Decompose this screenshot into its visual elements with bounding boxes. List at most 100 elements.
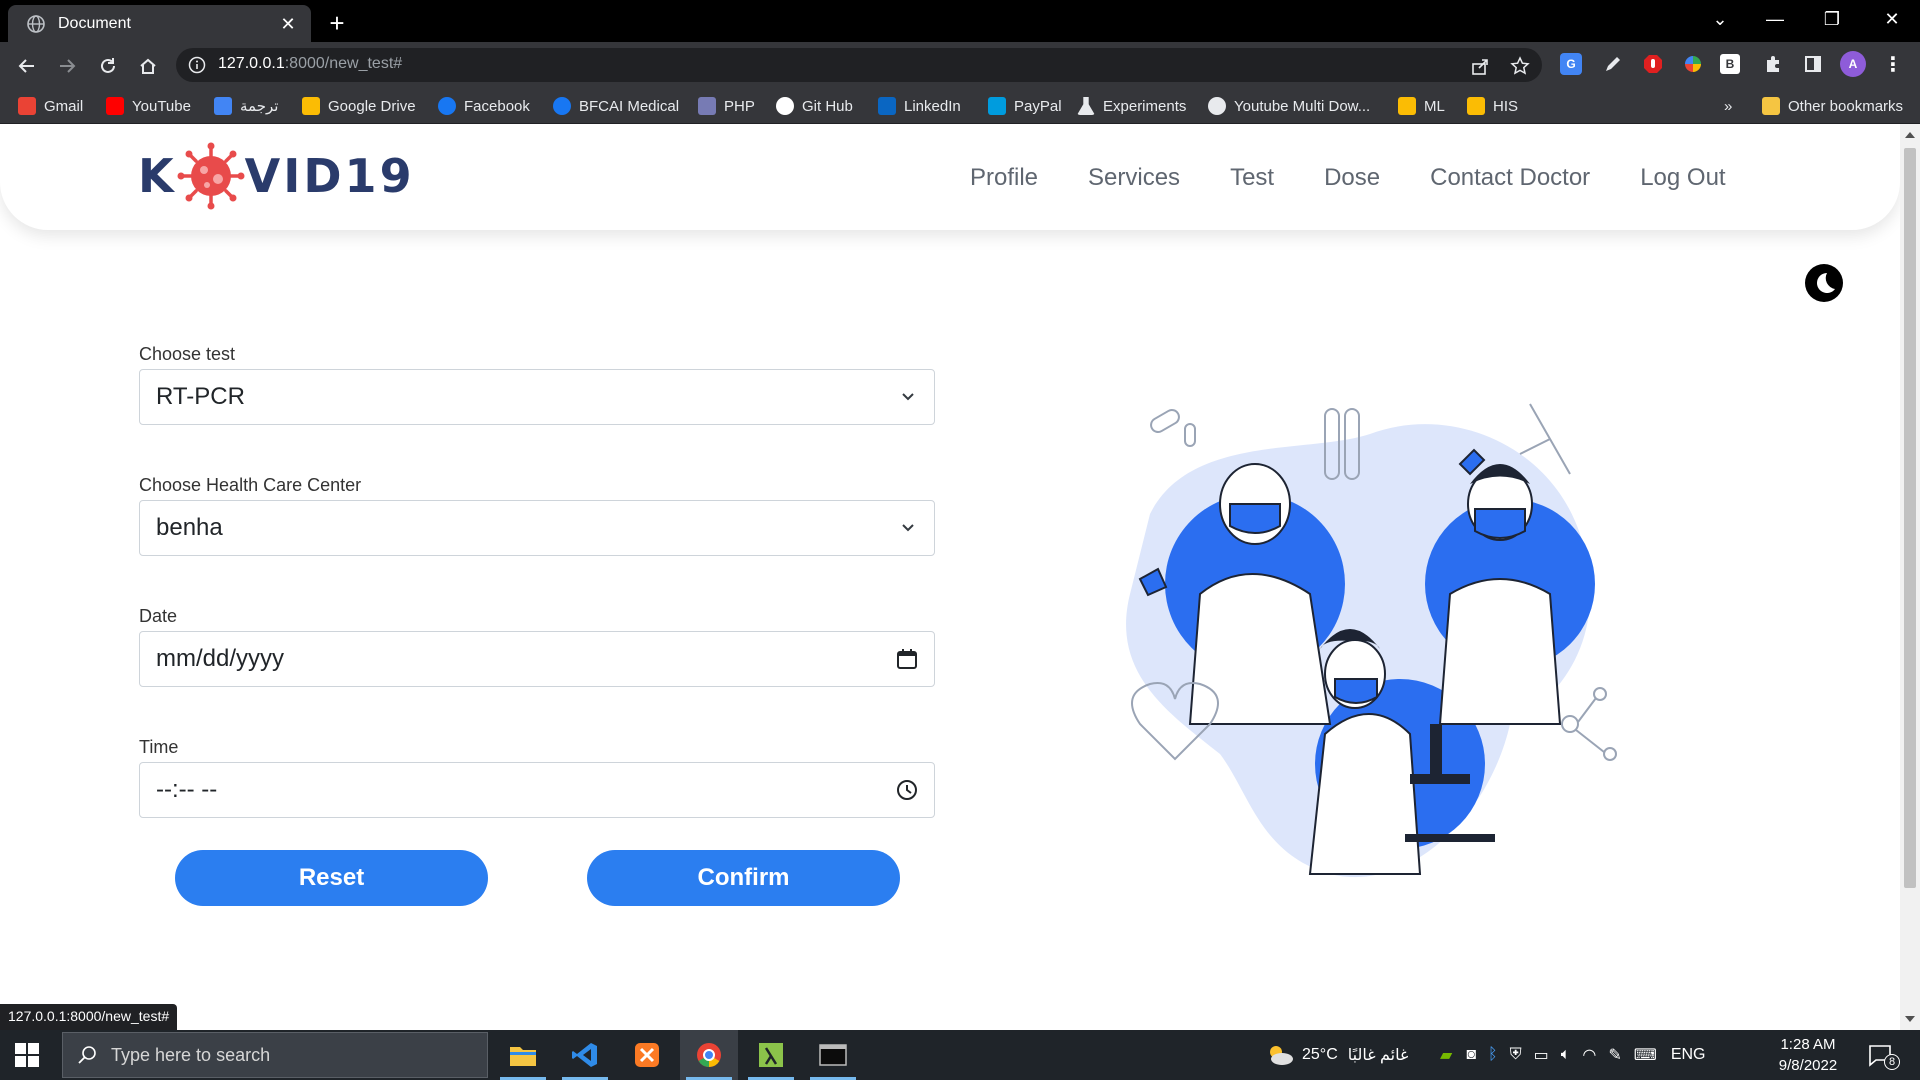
bookmark-ml[interactable]: ML bbox=[1398, 95, 1445, 117]
minimize-button[interactable]: — bbox=[1755, 4, 1795, 34]
bookmark-php[interactable]: PHP bbox=[698, 95, 755, 117]
page-scrollbar[interactable] bbox=[1900, 124, 1920, 1030]
bookmark-paypal[interactable]: PayPal bbox=[988, 95, 1062, 117]
logo-text-right: VID19 bbox=[244, 149, 415, 203]
side-panel-icon[interactable] bbox=[1800, 51, 1826, 77]
site-logo[interactable]: K VID19 bbox=[138, 142, 415, 210]
bookmark-gmail[interactable]: Gmail bbox=[18, 95, 83, 117]
browser-toolbar: 127.0.0.1:8000/new_test# G B A ⋮ bbox=[0, 42, 1920, 88]
pen-workspace-icon[interactable]: ✎ bbox=[1608, 1045, 1621, 1065]
color-wheel-icon bbox=[1685, 56, 1701, 72]
bookmark-label: Youtube Multi Dow... bbox=[1234, 97, 1371, 115]
new-tab-button[interactable]: + bbox=[322, 8, 352, 38]
lambda-icon bbox=[759, 1043, 783, 1067]
bookmark-linkedin[interactable]: LinkedIn bbox=[878, 95, 961, 117]
forward-button[interactable] bbox=[52, 51, 82, 81]
bookmark-translate[interactable]: ترجمة bbox=[214, 95, 278, 117]
scroll-up-arrow-icon[interactable] bbox=[1905, 132, 1915, 138]
scroll-thumb[interactable] bbox=[1904, 148, 1916, 888]
nav-services[interactable]: Services bbox=[1088, 164, 1180, 192]
bookmark-label: Gmail bbox=[44, 97, 84, 115]
nav-contact-doctor[interactable]: Contact Doctor bbox=[1430, 164, 1590, 192]
date-input-value: mm/dd/yyyy bbox=[156, 645, 285, 672]
bookmark-his[interactable]: HIS bbox=[1467, 95, 1518, 117]
bookmark-label: ML bbox=[1424, 97, 1445, 115]
bookmark-label: ترجمة bbox=[240, 98, 279, 115]
bookmark-youtube[interactable]: YouTube bbox=[106, 95, 191, 117]
nav-profile[interactable]: Profile bbox=[970, 164, 1038, 192]
volume-icon[interactable]: 🔈︎ bbox=[1561, 1046, 1571, 1064]
bookmark-github[interactable]: Git Hub bbox=[776, 95, 853, 117]
wifi-icon[interactable]: ◠ bbox=[1582, 1045, 1596, 1065]
tab-search-icon[interactable]: ⌄ bbox=[1700, 4, 1740, 34]
reload-icon bbox=[101, 58, 115, 73]
menu-kebab-icon[interactable]: ⋮ bbox=[1880, 51, 1906, 77]
calendar-icon[interactable] bbox=[896, 648, 918, 670]
taskbar-search-placeholder: Type here to search bbox=[111, 1044, 271, 1065]
scroll-down-arrow-icon[interactable] bbox=[1905, 1016, 1915, 1022]
time-input[interactable]: --:-- -- bbox=[139, 762, 935, 818]
camera-icon[interactable]: ◙ bbox=[1466, 1046, 1476, 1064]
translate-extension-icon[interactable]: G bbox=[1560, 53, 1582, 75]
more-bookmarks-button[interactable]: » bbox=[1724, 95, 1732, 117]
other-bookmarks-folder[interactable]: Other bookmarks bbox=[1762, 95, 1903, 117]
bookmark-experiments[interactable]: Experiments bbox=[1077, 95, 1186, 117]
weather-widget[interactable]: 25°C غائم غالبًا bbox=[1266, 1030, 1408, 1080]
taskbar-xampp[interactable] bbox=[618, 1030, 676, 1080]
taskbar-terminal[interactable] bbox=[804, 1030, 862, 1080]
battery-icon[interactable]: ▭ bbox=[1534, 1045, 1549, 1065]
bookmark-google-drive[interactable]: Google Drive bbox=[302, 95, 416, 117]
globe-icon bbox=[1208, 97, 1226, 115]
notification-count-badge: 8 bbox=[1884, 1054, 1900, 1070]
bookmark-bfcai-medical[interactable]: BFCAI Medical bbox=[553, 95, 679, 117]
adblock-extension-icon[interactable] bbox=[1640, 51, 1666, 77]
reload-button[interactable] bbox=[93, 51, 123, 81]
windows-start-icon[interactable] bbox=[14, 1042, 40, 1068]
home-icon bbox=[140, 58, 156, 74]
taskbar-lambda-app[interactable] bbox=[742, 1030, 800, 1080]
chevron-down-icon bbox=[902, 524, 914, 532]
color-extension-icon[interactable] bbox=[1680, 51, 1706, 77]
bluetooth-icon[interactable]: ᛒ bbox=[1488, 1046, 1498, 1064]
taskbar-vscode[interactable] bbox=[556, 1030, 614, 1080]
restore-button[interactable]: ❐ bbox=[1812, 4, 1852, 34]
notification-center[interactable]: 8 bbox=[1868, 1030, 1900, 1080]
close-window-button[interactable]: ✕ bbox=[1872, 4, 1912, 34]
taskbar-clock[interactable]: 1:28 AM 9/8/2022 bbox=[1760, 1034, 1856, 1076]
bookmark-label: Other bookmarks bbox=[1788, 97, 1904, 115]
nav-dose[interactable]: Dose bbox=[1324, 164, 1380, 192]
nav-log-out[interactable]: Log Out bbox=[1640, 164, 1725, 192]
b-extension-icon[interactable]: B bbox=[1720, 54, 1740, 74]
bookmark-label: PHP bbox=[724, 97, 755, 115]
dark-mode-toggle[interactable] bbox=[1805, 264, 1843, 302]
back-button[interactable] bbox=[12, 51, 42, 81]
address-bar[interactable]: 127.0.0.1:8000/new_test# bbox=[176, 48, 1542, 82]
taskbar-chrome[interactable] bbox=[680, 1030, 738, 1080]
taskbar-file-explorer[interactable] bbox=[494, 1030, 552, 1080]
nvidia-icon[interactable]: ▰ bbox=[1440, 1045, 1452, 1065]
bookmark-youtube-multi-download[interactable]: Youtube Multi Dow... bbox=[1208, 95, 1370, 117]
keyboard-icon[interactable]: ⌨ bbox=[1634, 1045, 1657, 1065]
test-select[interactable]: RT-PCR bbox=[139, 369, 935, 425]
health-center-select[interactable]: benha bbox=[139, 500, 935, 556]
pen-extension-icon[interactable] bbox=[1600, 51, 1626, 77]
share-icon[interactable] bbox=[1470, 56, 1490, 76]
star-icon[interactable] bbox=[1510, 56, 1530, 76]
language-indicator[interactable]: ENG bbox=[1671, 1046, 1706, 1064]
security-shield-icon[interactable]: ⛨ bbox=[1510, 1046, 1522, 1064]
browser-tab[interactable]: Document ✕ bbox=[8, 5, 311, 42]
bookmark-facebook[interactable]: Facebook bbox=[438, 95, 530, 117]
clock-icon[interactable] bbox=[896, 779, 918, 801]
nav-test[interactable]: Test bbox=[1230, 164, 1274, 192]
home-button[interactable] bbox=[133, 51, 163, 81]
close-tab-icon[interactable]: ✕ bbox=[277, 13, 299, 35]
date-input[interactable]: mm/dd/yyyy bbox=[139, 631, 935, 687]
extensions-puzzle-icon[interactable] bbox=[1760, 51, 1786, 77]
confirm-button[interactable]: Confirm bbox=[587, 850, 900, 906]
folder-icon bbox=[510, 1047, 536, 1066]
reset-button[interactable]: Reset bbox=[175, 850, 488, 906]
chrome-icon bbox=[697, 1043, 721, 1067]
taskbar-search-box[interactable]: Type here to search bbox=[62, 1032, 488, 1078]
info-icon[interactable] bbox=[188, 56, 206, 74]
profile-avatar[interactable]: A bbox=[1840, 51, 1866, 77]
